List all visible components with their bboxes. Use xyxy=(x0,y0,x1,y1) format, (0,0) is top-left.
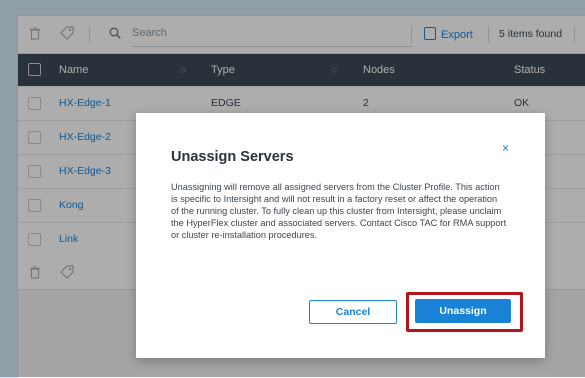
dialog-title: Unassign Servers xyxy=(171,149,294,165)
close-icon[interactable]: × xyxy=(502,141,509,155)
unassign-button[interactable]: Unassign xyxy=(415,299,511,323)
unassign-servers-dialog: Unassign Servers × Unassigning will remo… xyxy=(136,113,545,358)
cancel-button[interactable]: Cancel xyxy=(309,300,397,324)
dialog-message: Unassigning will remove all assigned ser… xyxy=(171,182,507,240)
